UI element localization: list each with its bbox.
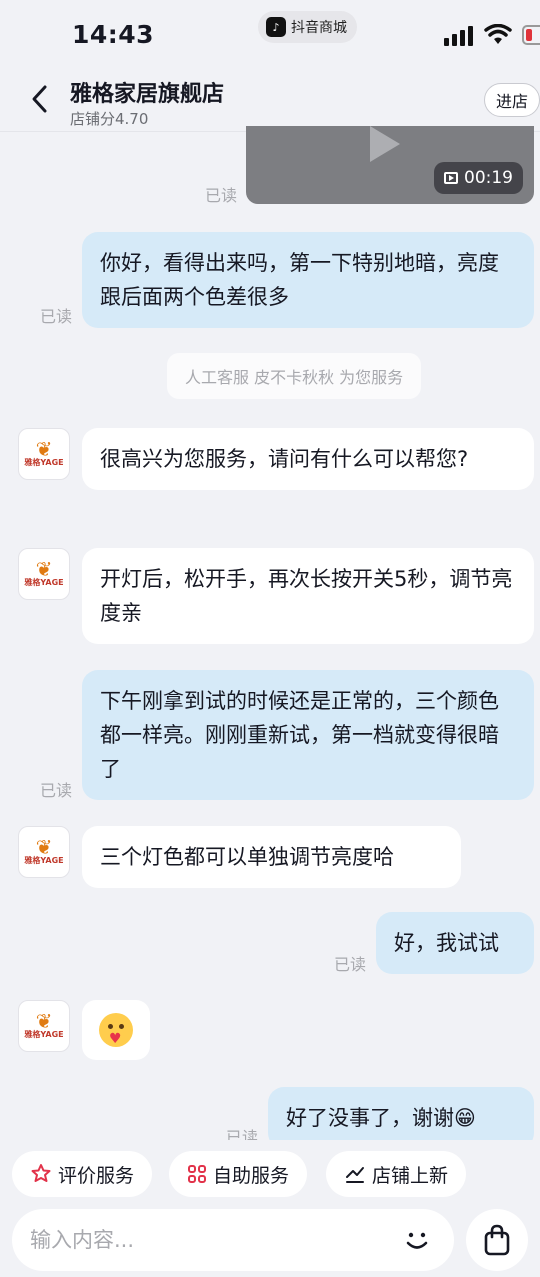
store-avatar[interactable]: ❦ 雅格YAGE [18, 1000, 70, 1052]
message-input-bar [0, 1202, 540, 1277]
store-name[interactable]: 雅格家居旗舰店 [70, 76, 224, 108]
my-message-bubble[interactable]: 你好，看得出来吗，第一下特别地暗，亮度跟后面两个色差很多 [82, 232, 534, 328]
emoji-picker-icon[interactable] [400, 1223, 434, 1257]
bird-logo-icon: ❦ [35, 1009, 53, 1033]
video-icon [444, 172, 458, 184]
store-new-button[interactable]: 店铺上新 [326, 1151, 467, 1197]
self-service-button[interactable]: 自助服务 [169, 1151, 308, 1197]
quick-action-bar: 评价服务 自助服务 店铺上新 [0, 1140, 540, 1202]
video-message[interactable]: 00:19 [246, 126, 534, 204]
chevron-left-icon [32, 85, 47, 113]
video-duration: 00:19 [464, 168, 513, 188]
store-new-label: 店铺上新 [372, 1164, 449, 1187]
flower-icon [31, 1164, 51, 1182]
douyin-mall-pill[interactable]: ♪ 抖音商城 [258, 11, 357, 43]
status-time: 14:43 [72, 20, 155, 49]
rate-service-button[interactable]: 评价服务 [12, 1151, 153, 1197]
self-service-label: 自助服务 [213, 1164, 290, 1187]
store-score: 店铺分4.70 [70, 110, 149, 128]
grid-icon [188, 1165, 206, 1183]
enter-store-button[interactable]: 进店 [484, 83, 540, 117]
back-button[interactable] [22, 82, 56, 116]
bird-logo-icon: ❦ [35, 557, 53, 581]
store-avatar[interactable]: ❦ 雅格YAGE [18, 548, 70, 600]
store-avatar[interactable]: ❦ 雅格YAGE [18, 826, 70, 878]
chat-header: 雅格家居旗舰店 店铺分4.70 进店 [0, 70, 540, 132]
my-message-bubble[interactable]: 下午刚拿到试的时候还是正常的，三个颜色都一样亮。刚刚重新试，第一档就变得很暗了 [82, 670, 534, 800]
message-input[interactable] [30, 1209, 390, 1271]
bird-logo-icon: ❦ [35, 835, 53, 859]
agent-message-bubble[interactable]: 三个灯色都可以单独调节亮度哈 [82, 826, 461, 888]
cellular-signal-icon [444, 26, 473, 46]
read-receipt: 已读 [334, 955, 367, 974]
agent-message-bubble[interactable]: 很高兴为您服务，请问有什么可以帮您? [82, 428, 534, 490]
mall-label: 抖音商城 [291, 20, 347, 36]
shopping-bag-icon [484, 1224, 510, 1256]
avatar-brand: 雅格YAGE [24, 1030, 64, 1039]
status-bar: 14:43 ♪ 抖音商城 [0, 0, 540, 70]
heart-face-emoji-icon: ♥ [99, 1013, 133, 1047]
avatar-brand: 雅格YAGE [24, 578, 64, 587]
agent-emoji-bubble[interactable]: ♥ [82, 1000, 150, 1060]
read-receipt: 已读 [40, 307, 73, 326]
avatar-brand: 雅格YAGE [24, 458, 64, 467]
video-duration-badge: 00:19 [434, 162, 523, 194]
system-notice: 人工客服 皮不卡秋秋 为您服务 [167, 353, 422, 399]
my-message-bubble[interactable]: 好，我试试 [376, 912, 534, 974]
play-icon [370, 126, 400, 162]
read-receipt: 已读 [205, 186, 238, 205]
rate-service-label: 评价服务 [58, 1164, 135, 1187]
agent-message-bubble[interactable]: 开灯后，松开手，再次长按开关5秒，调节亮度亲 [82, 548, 534, 644]
message-input-box[interactable] [12, 1209, 454, 1271]
douyin-logo-icon: ♪ [266, 17, 286, 37]
read-receipt: 已读 [40, 781, 73, 800]
wifi-icon [484, 24, 512, 44]
bird-logo-icon: ❦ [35, 437, 53, 461]
store-avatar[interactable]: ❦ 雅格YAGE [18, 428, 70, 480]
new-tag-icon [346, 1167, 364, 1183]
shopping-bag-button[interactable] [466, 1209, 528, 1271]
battery-icon [522, 25, 540, 45]
avatar-brand: 雅格YAGE [24, 856, 64, 865]
